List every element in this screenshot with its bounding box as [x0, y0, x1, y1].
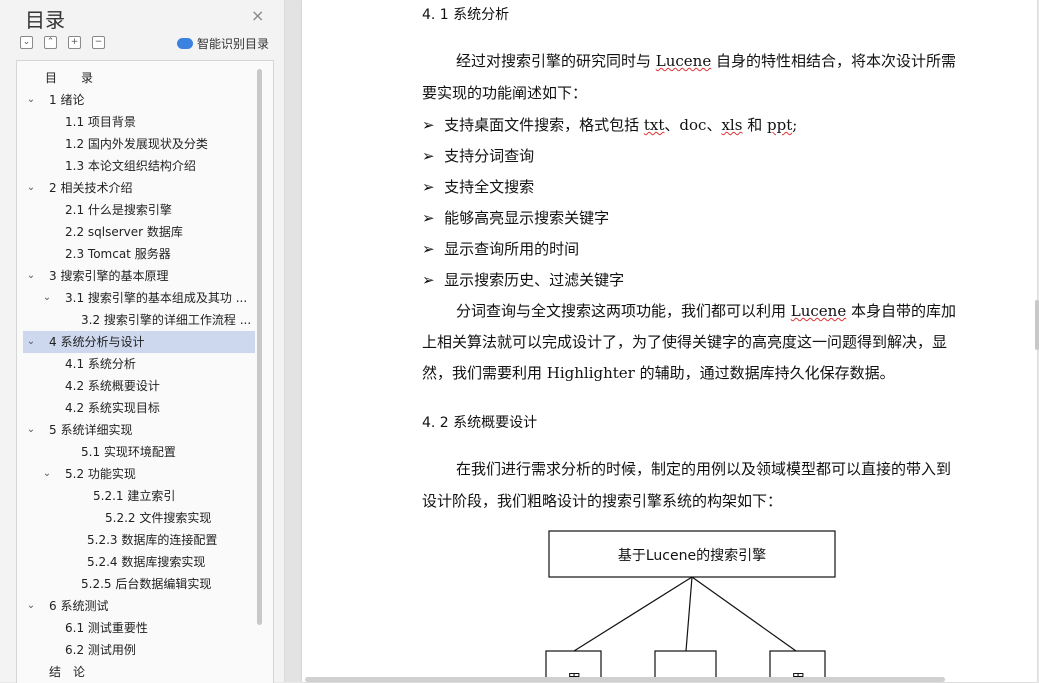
toc-panel: 目 录 ⌄ 1 绪论 1.1 项目背景 1.2 国内外发展现状及分类 1.3 本论文组织结… [16, 60, 274, 683]
toc-item-label: 5.2.3 数据库的连接配置 [87, 533, 218, 547]
toc-item[interactable]: 1.3 本论文组织结构介绍 [23, 155, 255, 177]
toc-item-label: 1 绪论 [49, 93, 85, 107]
toc-item[interactable]: 5.2.5 后台数据编辑实现 [23, 573, 255, 595]
toc-item[interactable]: 1.1 项目背景 [23, 111, 255, 133]
toc-item[interactable]: 2.1 什么是搜索引擎 [23, 199, 255, 221]
toc-item[interactable]: 5.2.1 建立索引 [23, 485, 255, 507]
toc-item[interactable]: 5.2.2 文件搜索实现 [23, 507, 255, 529]
toc-item-label: 5.2.1 建立索引 [93, 489, 176, 503]
chevron-down-icon[interactable]: ⌄ [25, 265, 37, 287]
toc-item-label: 1.3 本论文组织结构介绍 [65, 159, 196, 173]
toc-item[interactable]: 6.2 测试用例 [23, 639, 255, 661]
toc-item-label: 5.1 实现环境配置 [81, 445, 176, 459]
close-icon[interactable]: × [251, 6, 264, 25]
toc-item[interactable]: ⌄ 5.2 功能实现 [23, 463, 255, 485]
toc-item-label: 4.2 系统概要设计 [65, 379, 160, 393]
diagram-edge-3 [691, 576, 797, 652]
toc-item[interactable]: 5.2.4 数据库搜索实现 [23, 551, 255, 573]
minus-icon[interactable]: − [92, 36, 105, 49]
smart-recognize-toc-button[interactable]: 智能识别目录 [177, 35, 269, 52]
toc-item-label: 2.1 什么是搜索引擎 [65, 203, 172, 217]
toc-item[interactable]: 1.2 国内外发展现状及分类 [23, 133, 255, 155]
toc-item-label: 1.1 项目背景 [65, 115, 136, 129]
collapse-all-icon[interactable]: ⌄ [20, 36, 33, 49]
toc-item[interactable]: ⌄ 6 系统测试 [23, 595, 255, 617]
toc-item[interactable]: ⌄ 1 绪论 [23, 89, 255, 111]
toc-item-label: 4.1 系统分析 [65, 357, 136, 371]
toc-item-label: 5 系统详细实现 [49, 423, 133, 437]
toc-item[interactable]: 4.1 系统分析 [23, 353, 255, 375]
toc-item[interactable]: 4.2 系统实现目标 [23, 397, 255, 419]
toc-item[interactable]: 目 录 [23, 67, 255, 89]
toc-item[interactable]: 结 论 [23, 661, 255, 683]
toc-item-label: 6.2 测试用例 [65, 643, 136, 657]
diagram-edge-1 [573, 576, 693, 652]
toc-item[interactable]: 4.2 系统概要设计 [23, 375, 255, 397]
document-scrollbar[interactable] [1035, 300, 1039, 350]
toc-item-label: 1.2 国内外发展现状及分类 [65, 137, 208, 151]
diagram-edge-2 [685, 576, 693, 652]
chevron-down-icon[interactable]: ⌄ [25, 89, 37, 111]
toc-item[interactable]: 6.1 测试重要性 [23, 617, 255, 639]
toc-item-label: 5.2.2 文件搜索实现 [105, 511, 212, 525]
document-gutter [285, 0, 302, 682]
chevron-down-icon[interactable]: ⌄ [25, 595, 37, 617]
toc-item[interactable]: ⌄ 5 系统详细实现 [23, 419, 255, 441]
chevron-down-icon[interactable]: ⌄ [25, 419, 37, 441]
chevron-down-icon[interactable]: ⌄ [41, 287, 53, 309]
toc-item[interactable]: 2.3 Tomcat 服务器 [23, 243, 255, 265]
chevron-down-icon[interactable]: ⌄ [25, 331, 37, 353]
toc-item-label: 3.1 搜索引擎的基本组成及其功 ... [65, 291, 248, 305]
toc-item-label: 2.3 Tomcat 服务器 [65, 247, 171, 261]
toc-item-label: 2.2 sqlserver 数据库 [65, 225, 183, 239]
architecture-diagram: 基于Lucene的搜索引擎 用 用 [545, 530, 836, 682]
toc-item-label: 5.2.4 数据库搜索实现 [87, 555, 206, 569]
toc-item[interactable]: ⌄ 3.1 搜索引擎的基本组成及其功 ... [23, 287, 255, 309]
toc-item[interactable]: ⌄ 4 系统分析与设计 [23, 331, 255, 353]
chevron-down-icon[interactable]: ⌄ [25, 177, 37, 199]
toc-title: 目录 [25, 8, 65, 32]
toc-item-label: 3 搜索引擎的基本原理 [49, 269, 169, 283]
toc-item-label: 结 论 [49, 665, 86, 679]
toc-item[interactable]: ⌄ 2 相关技术介绍 [23, 177, 255, 199]
toc-item[interactable]: ⌄ 3 搜索引擎的基本原理 [23, 265, 255, 287]
toc-item-label: 3.2 搜索引擎的详细工作流程 ... [81, 313, 252, 327]
toc-item-label: 2 相关技术介绍 [49, 181, 133, 195]
toc-item-label: 4.2 系统实现目标 [65, 401, 160, 415]
toc-sidebar: 目录 × ⌄ ⌃ + − 智能识别目录 目 录 ⌄ 1 绪论 1.1 项目背景 1.2 … [0, 0, 285, 683]
diagram-root-label: 基于Lucene的搜索引擎 [618, 547, 766, 564]
toc-item[interactable]: 3.2 搜索引擎的详细工作流程 ... [23, 309, 255, 331]
chevron-down-icon[interactable]: ⌄ [41, 463, 53, 485]
toc-item-label: 4 系统分析与设计 [49, 335, 145, 349]
smart-recognize-label: 智能识别目录 [197, 37, 270, 51]
toc-item-label: 目 录 [45, 71, 94, 85]
expand-up-icon[interactable]: ⌃ [44, 36, 57, 49]
horizontal-scrollbar[interactable] [305, 677, 945, 682]
toc-item[interactable]: 5.2.3 数据库的连接配置 [23, 529, 255, 551]
toc-item-label: 5.2 功能实现 [65, 467, 136, 481]
toc-item[interactable]: 2.2 sqlserver 数据库 [23, 221, 255, 243]
toc-item[interactable]: 5.1 实现环境配置 [23, 441, 255, 463]
toc-item-label: 6 系统测试 [49, 599, 109, 613]
toc-scrollbar[interactable] [257, 69, 262, 625]
plus-icon[interactable]: + [68, 36, 81, 49]
cloud-icon [177, 38, 193, 49]
toc-item-label: 6.1 测试重要性 [65, 621, 148, 635]
document-page: 4. 1 系统分析 经过对搜索引擎的研究同时与 Lucene 自身的特性相结合，… [302, 0, 1037, 682]
toc-item-label: 5.2.5 后台数据编辑实现 [81, 577, 212, 591]
